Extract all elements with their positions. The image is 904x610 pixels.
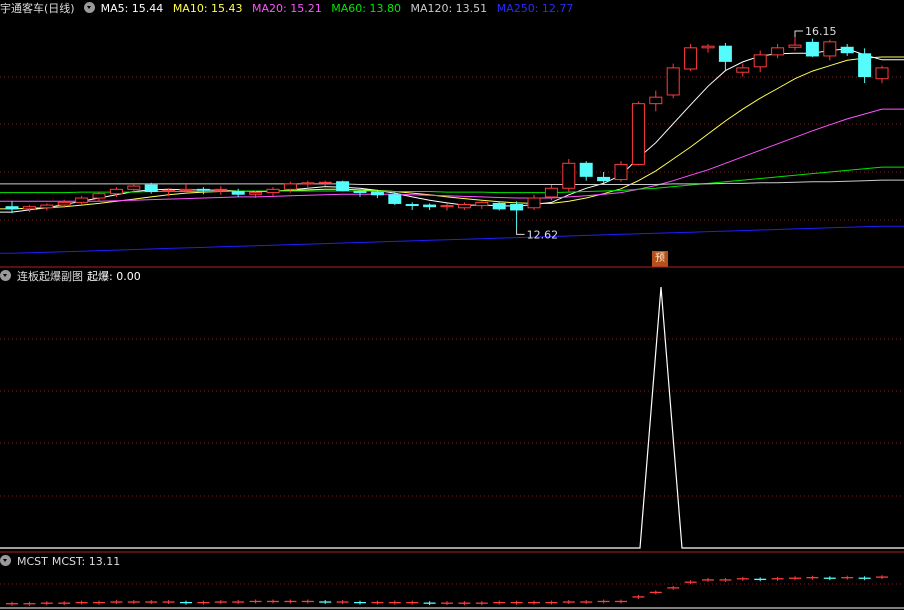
candle-body [231, 191, 245, 195]
candle-body [510, 204, 524, 211]
candle-body [666, 67, 680, 96]
candle-body [353, 191, 367, 194]
candle-body [457, 204, 471, 209]
candle-body [57, 201, 71, 206]
candle-body [753, 54, 767, 68]
candle-body [423, 204, 437, 208]
candle-body [22, 206, 36, 210]
candle-body [631, 103, 645, 165]
candle-body [249, 192, 263, 195]
low-marker [516, 228, 525, 235]
candle-body [92, 193, 106, 199]
candle-body [684, 47, 698, 70]
candle-body [370, 191, 384, 196]
low-price-label: 12.62 [527, 228, 559, 241]
candle-body [405, 204, 419, 207]
candle-body [858, 53, 872, 78]
candle-body [492, 202, 506, 210]
candle-body [388, 194, 402, 204]
candle-body [875, 67, 889, 80]
candle-body [527, 197, 541, 209]
candle-body [718, 45, 732, 62]
candle-body [5, 206, 19, 210]
candle-body [823, 41, 837, 57]
ma-line-ma120 [0, 179, 904, 185]
candle-body [127, 185, 141, 190]
candle-body [788, 44, 802, 48]
candle-body [771, 47, 785, 56]
candle-body [701, 45, 715, 49]
candle-body [440, 205, 454, 208]
candle-body [318, 181, 332, 184]
signal-line [0, 286, 904, 549]
candle-body [840, 46, 854, 54]
high-marker [794, 30, 803, 37]
candle-body [736, 67, 750, 73]
candle-body [475, 201, 489, 207]
candle-body [579, 162, 593, 177]
candle-body [301, 182, 315, 185]
candle-body [75, 197, 89, 203]
candle-body [544, 187, 558, 198]
candle-body [805, 41, 819, 57]
candle-body [144, 184, 158, 193]
high-price-label: 16.15 [805, 25, 837, 38]
candle-body [196, 188, 210, 191]
kline-chart[interactable]: 16.15 12.62 [0, 0, 904, 610]
candle-body [162, 189, 176, 193]
candle-body [614, 163, 628, 181]
candle-body [214, 188, 228, 191]
candle-body [179, 188, 193, 191]
ma-line-ma250 [0, 225, 904, 254]
candle-body [649, 96, 663, 105]
candle-body [266, 188, 280, 194]
candle-body [40, 204, 54, 209]
candle-body [562, 162, 576, 189]
candle-body [283, 183, 297, 190]
candle-body [336, 181, 350, 191]
candle-body [597, 176, 611, 182]
candle-body [109, 188, 123, 195]
